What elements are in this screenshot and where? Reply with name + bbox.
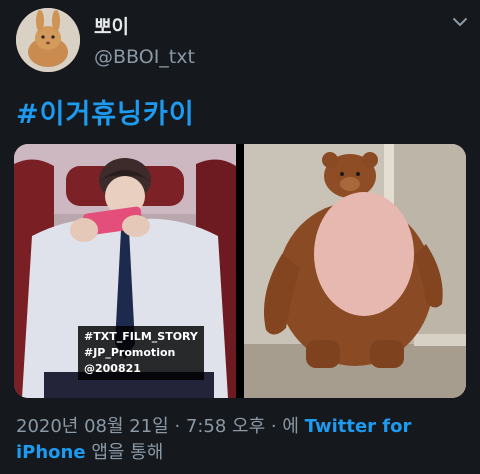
media-caption: #TXT_FILM_STORY #JP_Promotion @200821 <box>78 326 204 380</box>
source-link-part2[interactable]: iPhone <box>16 442 86 463</box>
photo-right[interactable] <box>244 144 466 398</box>
source-link-part1[interactable]: Twitter for <box>305 416 412 437</box>
photo-left[interactable]: #TXT_FILM_STORY #JP_Promotion @200821 <box>14 144 236 398</box>
caption-line: @200821 <box>84 362 141 375</box>
bunny-avatar-image <box>16 8 80 72</box>
tweet-card: 뽀이 @BBOI_txt #이거휴닝카이 #TXT_FILM_STORY #JP… <box>0 0 480 474</box>
timestamp[interactable]: 2020년 08월 21일 · 7:58 오후 · 에 <box>16 416 299 437</box>
caption-line: #TXT_FILM_STORY <box>84 330 198 343</box>
avatar[interactable] <box>16 8 80 72</box>
user-handle[interactable]: @BBOI_txt <box>94 46 195 68</box>
bear-plush-photo <box>244 144 466 398</box>
chevron-down-icon[interactable] <box>448 10 472 34</box>
source-suffix: 앱을 통해 <box>91 442 164 463</box>
hashtag-link[interactable]: #이거휴닝카이 <box>16 92 195 131</box>
display-name[interactable]: 뽀이 <box>94 12 129 39</box>
caption-line: #JP_Promotion <box>84 346 176 359</box>
media-grid: #TXT_FILM_STORY #JP_Promotion @200821 <box>14 144 466 398</box>
tweet-meta: 2020년 08월 21일 · 7:58 오후 · 에 Twitter for … <box>16 414 456 466</box>
